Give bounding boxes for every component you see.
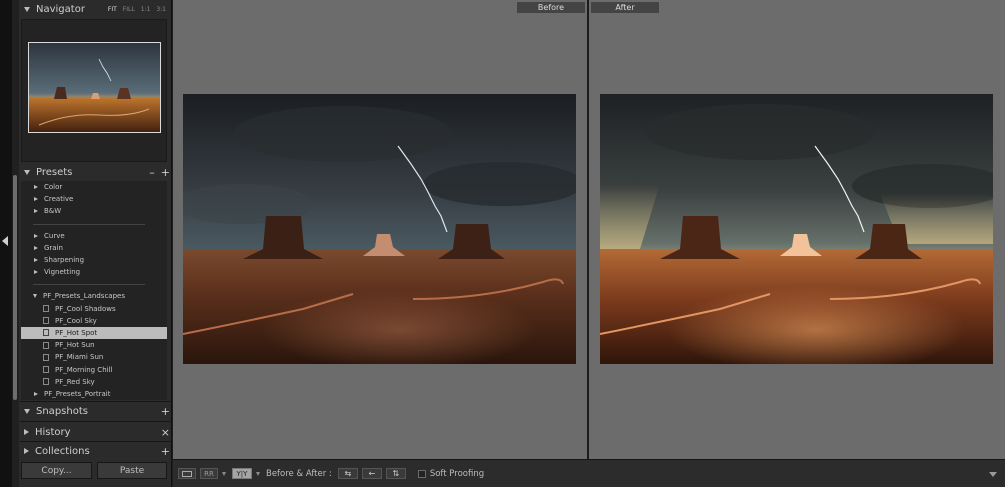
- collapsed-triangle-icon: [34, 233, 38, 238]
- copy-settings-button[interactable]: Copy...: [21, 462, 92, 479]
- snapshots-title: Snapshots: [36, 405, 88, 417]
- collections-header[interactable]: Collections +: [20, 442, 170, 460]
- preset-group-grain[interactable]: Grain: [21, 242, 167, 254]
- add-collection-button[interactable]: +: [161, 445, 170, 458]
- preset-folder-landscapes[interactable]: PF_Presets_Landscapes: [21, 290, 167, 302]
- collapsed-triangle-icon: [34, 209, 38, 214]
- after-image: [600, 94, 993, 364]
- collapsed-triangle-icon: [34, 185, 38, 190]
- presets-header[interactable]: Presets – +: [20, 163, 170, 181]
- presets-title: Presets: [36, 166, 73, 178]
- expand-triangle-icon: [24, 6, 30, 12]
- soft-proofing-checkbox[interactable]: [417, 469, 426, 478]
- swap-vertical-icon: ⇅: [392, 469, 400, 478]
- collapsed-triangle-icon: [34, 391, 38, 396]
- group-divider: [33, 284, 145, 286]
- preset-file-icon: [43, 366, 49, 374]
- preset-group-sharpening[interactable]: Sharpening: [21, 254, 167, 266]
- add-snapshot-button[interactable]: +: [161, 405, 170, 418]
- dropdown-arrow-icon[interactable]: [256, 471, 260, 476]
- presets-list: Color Creative B&W Curve Grain Sharpenin…: [21, 181, 167, 400]
- after-label: After: [591, 2, 659, 13]
- preset-folder-portrait[interactable]: PF_Presets_Portrait: [21, 388, 167, 400]
- collapsed-triangle-icon: [34, 197, 38, 202]
- collapsed-triangle-icon: [24, 429, 29, 435]
- zoom-fill[interactable]: FILL: [123, 6, 135, 13]
- preset-group-creative[interactable]: Creative: [21, 193, 167, 205]
- before-after-label: Before & After :: [266, 468, 332, 479]
- collections-title: Collections: [35, 445, 90, 457]
- preset-file-icon: [43, 329, 49, 337]
- preset-item[interactable]: PF_Cool Sky: [21, 315, 167, 327]
- add-preset-button[interactable]: +: [161, 166, 170, 179]
- history-title: History: [35, 426, 71, 438]
- navigator-title: Navigator: [36, 3, 85, 15]
- toolbar-content-dropdown-icon[interactable]: [989, 472, 997, 477]
- navigator-thumbnail[interactable]: [28, 42, 161, 133]
- zoom-fit[interactable]: FIT: [108, 6, 117, 13]
- copy-before-to-after-button[interactable]: ⇆: [337, 468, 358, 479]
- expand-triangle-icon: [24, 169, 30, 175]
- group-divider: [33, 223, 145, 225]
- swap-arrows-icon: ⇆: [344, 469, 352, 478]
- preset-file-icon: [43, 353, 49, 361]
- thumbnail-image: [29, 43, 160, 132]
- clear-history-button[interactable]: ×: [161, 426, 170, 439]
- loupe-view-button[interactable]: [178, 468, 196, 479]
- preset-group-color[interactable]: Color: [21, 181, 167, 193]
- preset-group-vignetting[interactable]: Vignetting: [21, 266, 167, 278]
- bottom-toolbar: RR Y|Y Before & After : ⇆ ← ⇅ Soft Proof…: [173, 459, 1005, 487]
- before-after-rr-button[interactable]: RR: [200, 468, 218, 479]
- after-photo[interactable]: [600, 94, 993, 364]
- collapsed-triangle-icon: [34, 270, 38, 275]
- collapsed-triangle-icon: [24, 448, 29, 454]
- preset-item[interactable]: PF_Red Sky: [21, 376, 167, 388]
- preset-file-icon: [43, 341, 49, 349]
- before-photo[interactable]: [183, 94, 576, 364]
- navigator-zoom-modes: FIT FILL 1:1 3:1: [108, 6, 166, 13]
- preset-group-curve[interactable]: Curve: [21, 230, 167, 242]
- preset-item[interactable]: PF_Morning Chill: [21, 363, 167, 375]
- preset-file-icon: [43, 378, 49, 386]
- panel-divider: [20, 421, 170, 422]
- preset-item[interactable]: PF_Miami Sun: [21, 351, 167, 363]
- copy-after-to-before-button[interactable]: ←: [361, 468, 382, 479]
- before-label: Before: [517, 2, 585, 13]
- preset-file-icon: [43, 317, 49, 325]
- after-pane[interactable]: After: [589, 0, 1005, 459]
- collapsed-triangle-icon: [34, 258, 38, 263]
- snapshots-header[interactable]: Snapshots +: [20, 402, 170, 420]
- preset-item[interactable]: PF_Hot Sun: [21, 339, 167, 351]
- dropdown-arrow-icon[interactable]: [222, 471, 226, 476]
- zoom-3-1[interactable]: 3:1: [156, 6, 166, 13]
- swap-before-after-button[interactable]: ⇅: [385, 468, 406, 479]
- navigator-header[interactable]: Navigator FIT FILL 1:1 3:1: [20, 0, 170, 18]
- preset-item[interactable]: PF_Cool Shadows: [21, 303, 167, 315]
- collapse-left-panel-icon[interactable]: [2, 236, 8, 246]
- history-header[interactable]: History ×: [20, 423, 170, 441]
- preset-file-icon: [43, 305, 49, 313]
- compare-view: Before After: [173, 0, 1005, 459]
- remove-preset-button[interactable]: –: [149, 166, 155, 179]
- expanded-triangle-icon: [33, 294, 37, 299]
- preset-group-bw[interactable]: B&W: [21, 205, 167, 217]
- left-panel-edge[interactable]: [0, 0, 12, 487]
- preset-item-selected[interactable]: PF_Hot Spot: [21, 326, 167, 340]
- scrollbar-thumb[interactable]: [13, 175, 17, 400]
- zoom-1-1[interactable]: 1:1: [141, 6, 151, 13]
- soft-proofing-label: Soft Proofing: [429, 468, 485, 479]
- before-after-yy-button[interactable]: Y|Y: [232, 468, 252, 479]
- paste-settings-button[interactable]: Paste: [97, 462, 167, 479]
- expand-triangle-icon: [24, 408, 30, 414]
- arrow-left-icon: ←: [368, 469, 376, 478]
- before-pane[interactable]: Before: [173, 0, 587, 459]
- collapsed-triangle-icon: [34, 245, 38, 250]
- loupe-icon: [182, 470, 192, 477]
- before-image: [183, 94, 576, 364]
